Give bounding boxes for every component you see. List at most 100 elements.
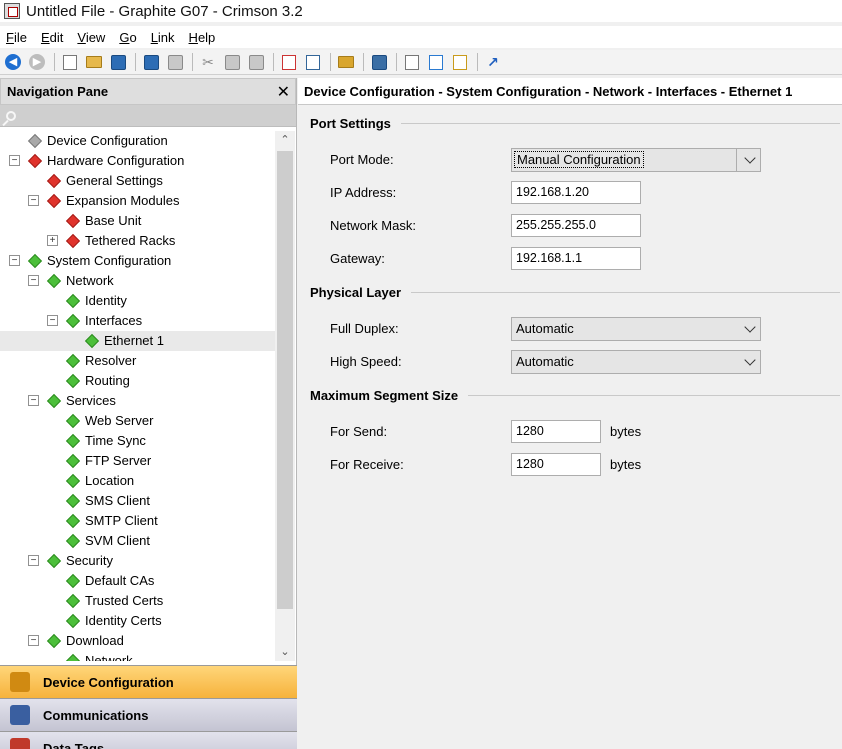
chevron-down-icon[interactable] — [744, 354, 756, 366]
redo-icon[interactable] — [166, 53, 184, 71]
gateway-input[interactable]: 192.168.1.1 — [511, 247, 641, 270]
forward-icon[interactable]: ▶ — [28, 53, 46, 71]
tags-icon — [10, 738, 30, 749]
chevron-down-icon — [744, 152, 756, 164]
for-send-input[interactable]: 1280 — [511, 420, 601, 443]
menu-label-rest: iew — [85, 29, 106, 45]
tree-item-base-unit[interactable]: Base Unit — [0, 211, 276, 231]
nav-button-device-configuration[interactable]: Device Configuration — [0, 665, 297, 698]
tree-item-identity[interactable]: Identity — [0, 291, 276, 311]
new-file-icon[interactable] — [61, 53, 79, 71]
link-icon[interactable]: ↗ — [484, 53, 502, 71]
navigation-search-bar[interactable] — [0, 105, 296, 127]
search-icon[interactable] — [6, 110, 16, 121]
menu-go[interactable]: Go — [119, 30, 136, 45]
tree-item-ethernet-1[interactable]: Ethernet 1 — [0, 331, 276, 351]
scrollbar-thumb[interactable] — [277, 151, 293, 609]
tree-item-identity-certs[interactable]: Identity Certs — [0, 611, 276, 631]
nav-button-data-tags[interactable]: Data Tags — [0, 731, 297, 749]
high-speed-select[interactable]: Automatic — [511, 350, 761, 374]
menu-file[interactable]: File — [6, 30, 27, 45]
for-receive-input[interactable]: 1280 — [511, 453, 601, 476]
web-doc-icon[interactable] — [427, 53, 445, 71]
menu-help[interactable]: Help — [189, 30, 216, 45]
collapse-icon[interactable]: − — [28, 555, 39, 566]
menu-view[interactable]: View — [77, 30, 105, 45]
collapse-icon[interactable]: − — [28, 275, 39, 286]
replace-icon[interactable] — [304, 53, 322, 71]
save-icon[interactable] — [109, 53, 127, 71]
collapse-icon[interactable]: − — [47, 315, 58, 326]
tree-item-hardware-configuration[interactable]: − Hardware Configuration — [0, 151, 276, 171]
tree-item-trusted-certs[interactable]: Trusted Certs — [0, 591, 276, 611]
menu-label-rest: elp — [197, 29, 216, 45]
tree-item-sms-client[interactable]: SMS Client — [0, 491, 276, 511]
back-icon[interactable]: ◀ — [4, 53, 22, 71]
chevron-down-icon[interactable] — [744, 321, 756, 333]
tree-item-general-settings[interactable]: General Settings — [0, 171, 276, 191]
collapse-icon[interactable]: − — [28, 395, 39, 406]
tree-item-svm-client[interactable]: SVM Client — [0, 531, 276, 551]
tree-item-expansion-modules[interactable]: − Expansion Modules — [0, 191, 276, 211]
scroll-down-icon[interactable]: ⌄ — [275, 643, 295, 661]
ip-address-input[interactable]: 192.168.1.20 — [511, 181, 641, 204]
tree-item-system-configuration[interactable]: − System Configuration — [0, 251, 276, 271]
gateway-label: Gateway: — [330, 251, 385, 266]
tree-item-default-cas[interactable]: Default CAs — [0, 571, 276, 591]
port-mode-select[interactable]: Manual Configuration — [511, 148, 761, 172]
menu-link[interactable]: Link — [151, 30, 175, 45]
collapse-icon[interactable]: − — [28, 195, 39, 206]
handshake-icon[interactable] — [337, 53, 355, 71]
ip-address-label: IP Address: — [330, 185, 397, 200]
full-duplex-select[interactable]: Automatic — [511, 317, 761, 341]
port-mode-dropdown-button[interactable] — [736, 149, 760, 171]
green-diamond-icon — [65, 293, 81, 309]
tree-item-routing[interactable]: Routing — [0, 371, 276, 391]
tree-item-ftp-server[interactable]: FTP Server — [0, 451, 276, 471]
menu-label-rest: o — [129, 29, 137, 45]
open-folder-icon[interactable] — [85, 53, 103, 71]
undo-icon[interactable] — [142, 53, 160, 71]
tree-item-smtp-client[interactable]: SMTP Client — [0, 511, 276, 531]
tree-item-services[interactable]: − Services — [0, 391, 276, 411]
collapse-icon[interactable]: − — [9, 155, 20, 166]
monitor-icon[interactable] — [370, 53, 388, 71]
scroll-up-icon[interactable]: ⌃ — [275, 131, 295, 149]
green-diamond-icon — [65, 493, 81, 509]
tree-item-label: SMS Client — [85, 493, 151, 508]
tree-item-security[interactable]: − Security — [0, 551, 276, 571]
expand-icon[interactable]: + — [47, 235, 58, 246]
nav-button-communications[interactable]: Communications — [0, 698, 297, 731]
tree-item-label: Ethernet 1 — [104, 333, 164, 348]
tree-item-web-server[interactable]: Web Server — [0, 411, 276, 431]
close-icon[interactable]: ✕ — [277, 82, 290, 102]
tree-item-download[interactable]: − Download — [0, 631, 276, 651]
full-duplex-label: Full Duplex: — [330, 321, 399, 336]
paste-icon[interactable] — [247, 53, 265, 71]
tree-item-time-sync[interactable]: Time Sync — [0, 431, 276, 451]
menu-label-rest: dit — [49, 29, 64, 45]
collapse-icon[interactable]: − — [9, 255, 20, 266]
tree-item-interfaces[interactable]: − Interfaces — [0, 311, 276, 331]
lock-doc-icon[interactable] — [451, 53, 469, 71]
toolbar-separator — [396, 53, 397, 71]
toolbar-separator — [192, 53, 193, 71]
tree-item-network[interactable]: − Network — [0, 271, 276, 291]
tree-item-network[interactable]: Network — [0, 651, 276, 661]
tree-item-tethered-racks[interactable]: + Tethered Racks — [0, 231, 276, 251]
network-mask-input[interactable]: 255.255.255.0 — [511, 214, 641, 237]
tree-item-resolver[interactable]: Resolver — [0, 351, 276, 371]
tree-item-label: Routing — [85, 373, 130, 388]
copy-icon[interactable] — [223, 53, 241, 71]
cut-icon[interactable]: ✂ — [199, 53, 217, 71]
green-diamond-icon — [65, 413, 81, 429]
tree-item-location[interactable]: Location — [0, 471, 276, 491]
tree-scrollbar[interactable]: ⌃ ⌄ — [275, 131, 295, 661]
find-icon[interactable] — [280, 53, 298, 71]
search-doc-icon[interactable] — [403, 53, 421, 71]
tree-item-device-configuration[interactable]: Device Configuration — [0, 131, 276, 151]
menu-edit[interactable]: Edit — [41, 30, 63, 45]
collapse-icon[interactable]: − — [28, 635, 39, 646]
nav-button-label: Data Tags — [43, 740, 105, 749]
green-diamond-icon — [46, 553, 62, 569]
